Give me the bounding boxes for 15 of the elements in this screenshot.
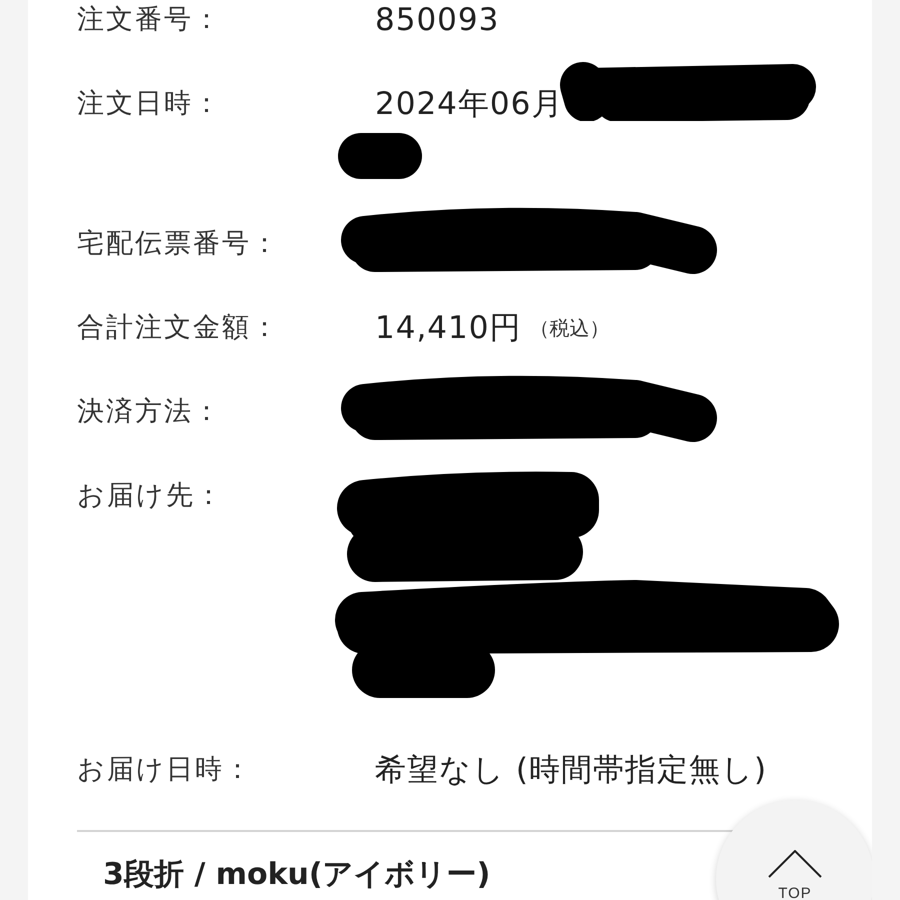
field-label: お届け先： (77, 479, 225, 513)
chevron-up-icon (768, 850, 822, 878)
product-title: 3段折 / moku(アイボリー) (103, 858, 490, 892)
field-label: 注文番号： (77, 3, 223, 37)
field-value: 2024年06月 (375, 85, 564, 124)
field-value: 希望なし (時間帯指定無し) (375, 751, 768, 790)
field-label: 合計注文金額： (77, 311, 281, 345)
field-value: 850093 (375, 1, 500, 40)
field-label: お届け日時： (77, 753, 254, 787)
field-label: 決済方法： (77, 395, 223, 429)
field-value: 14,410円 (375, 309, 522, 348)
field-label: 注文日時： (77, 87, 223, 121)
back-to-top-button[interactable]: TOP (716, 800, 872, 900)
field-label: 宅配伝票番号： (77, 227, 281, 261)
tax-note: （税込） (529, 315, 610, 342)
